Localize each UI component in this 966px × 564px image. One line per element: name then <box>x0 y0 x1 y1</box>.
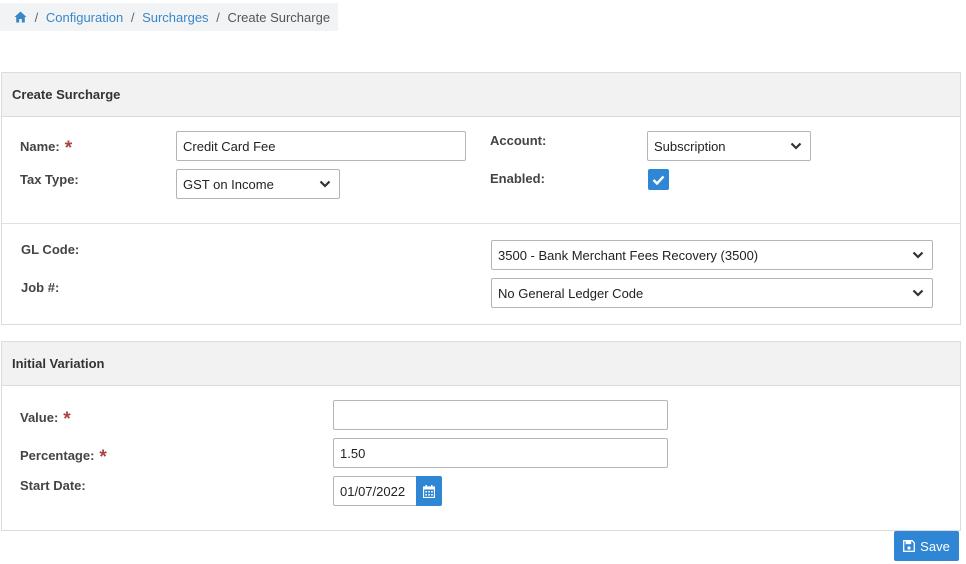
name-label: Name: * <box>20 135 73 159</box>
breadcrumb-current: Create Surcharge <box>227 10 331 25</box>
chevron-down-icon <box>912 289 924 297</box>
tax-type-select[interactable]: GST on Income <box>176 169 340 199</box>
start-date-input[interactable]: 01/07/2022 <box>333 476 417 506</box>
breadcrumb-configuration-link[interactable]: Configuration <box>46 10 123 25</box>
enabled-label: Enabled: <box>490 171 545 186</box>
breadcrumb-separator: / <box>130 10 135 25</box>
name-label-text: Name: <box>20 139 60 154</box>
percentage-label-text: Percentage: <box>20 448 95 463</box>
job-select[interactable]: No General Ledger Code <box>491 278 933 308</box>
calendar-button[interactable] <box>416 476 442 506</box>
chevron-down-icon <box>319 180 331 188</box>
chevron-down-icon <box>912 251 924 259</box>
gl-code-select[interactable]: 3500 - Bank Merchant Fees Recovery (3500… <box>491 240 933 270</box>
name-input-value: Credit Card Fee <box>183 138 276 154</box>
checkmark-icon <box>652 175 665 185</box>
value-label-text: Value: <box>20 410 59 425</box>
save-button[interactable]: Save <box>894 531 959 561</box>
start-date-value: 01/07/2022 <box>340 483 406 499</box>
initial-variation-title: Initial Variation <box>12 356 105 371</box>
required-marker: * <box>99 447 107 468</box>
start-date-label: Start Date: <box>20 478 86 493</box>
job-label: Job #: <box>21 280 60 295</box>
account-label: Account: <box>490 133 547 148</box>
initial-variation-panel: Initial Variation Value: * Percentage: * 1… <box>1 341 961 531</box>
tax-type-label: Tax Type: <box>20 172 79 187</box>
value-label: Value: * <box>20 406 71 430</box>
breadcrumb-separator: / <box>216 10 220 25</box>
percentage-input-value: 1.50 <box>340 445 366 461</box>
create-surcharge-title: Create Surcharge <box>12 87 121 102</box>
percentage-input[interactable]: 1.50 <box>333 438 668 468</box>
save-button-label: Save <box>920 538 950 554</box>
job-value: No General Ledger Code <box>498 285 644 301</box>
account-select[interactable]: Subscription <box>647 131 811 161</box>
gl-code-label: GL Code: <box>21 242 80 257</box>
breadcrumb-separator: / <box>34 10 39 25</box>
breadcrumb: / Configuration / Surcharges / Create Su… <box>0 3 338 31</box>
enabled-checkbox[interactable] <box>648 169 669 190</box>
create-surcharge-panel: Create Surcharge Name: * Credit Card Fee … <box>1 72 961 325</box>
percentage-label: Percentage: * <box>20 444 107 468</box>
value-input[interactable] <box>333 400 668 430</box>
required-marker: * <box>64 138 73 159</box>
breadcrumb-surcharges-link[interactable]: Surcharges <box>142 10 208 25</box>
initial-variation-heading: Initial Variation <box>2 342 960 386</box>
gl-code-value: 3500 - Bank Merchant Fees Recovery (3500… <box>498 247 759 263</box>
section-divider <box>2 223 960 224</box>
tax-type-value: GST on Income <box>183 176 274 192</box>
name-input[interactable]: Credit Card Fee <box>176 131 466 161</box>
floppy-disk-icon <box>903 540 916 552</box>
create-surcharge-heading: Create Surcharge <box>2 73 960 117</box>
chevron-down-icon <box>790 142 802 150</box>
required-marker: * <box>63 409 71 430</box>
account-value: Subscription <box>654 138 726 154</box>
home-icon[interactable] <box>14 11 27 26</box>
calendar-icon <box>423 484 435 498</box>
